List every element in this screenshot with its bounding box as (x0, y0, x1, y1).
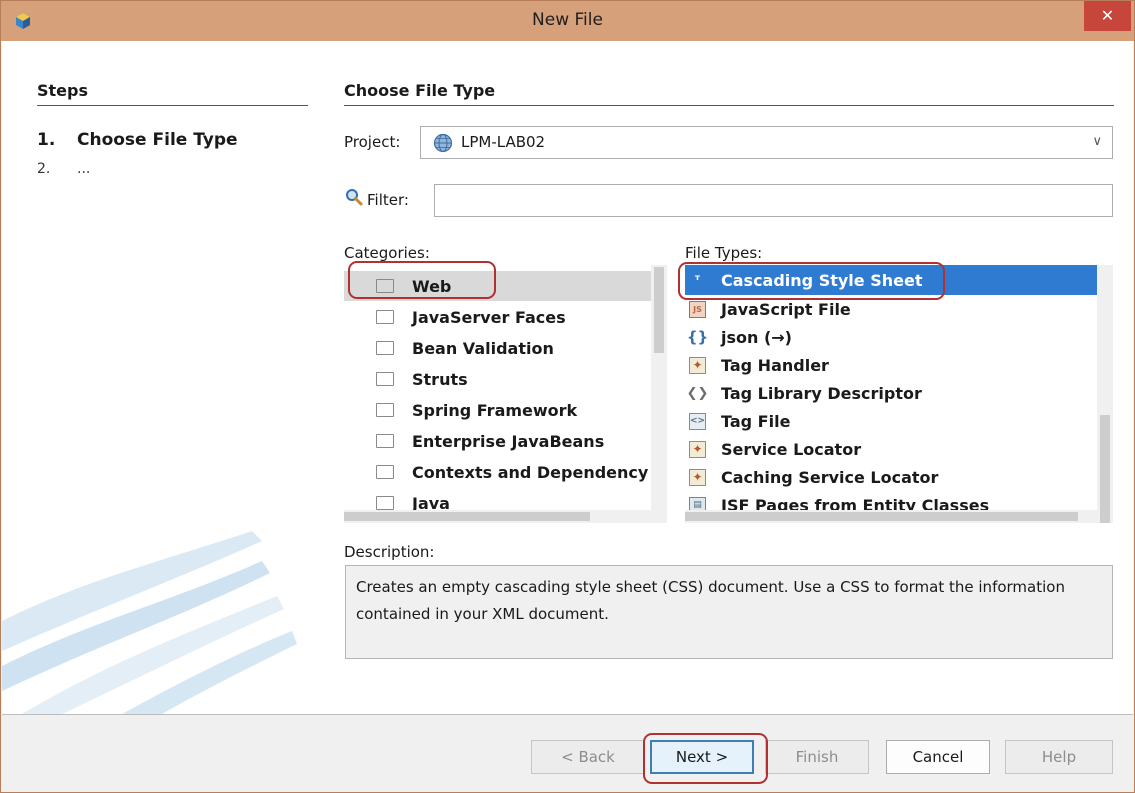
file-type-label: Tag File (721, 411, 791, 431)
heading-divider (344, 105, 1114, 106)
choose-file-type-heading: Choose File Type (344, 81, 496, 100)
project-dropdown[interactable]: LPM-LAB02 ∨ (420, 126, 1113, 159)
steps-heading: Steps (37, 81, 88, 100)
tag-handler-icon: ✦ (689, 356, 706, 374)
globe-icon (433, 133, 453, 153)
file-type-label: Caching Service Locator (721, 467, 939, 487)
json-icon: {} (686, 328, 709, 346)
file-type-label: Service Locator (721, 439, 862, 459)
scrollbar-thumb[interactable] (1100, 415, 1110, 523)
file-type-label: json (→) (721, 327, 792, 347)
project-value: LPM-LAB02 (461, 133, 546, 151)
chevron-down-icon[interactable]: ∨ (1092, 134, 1102, 149)
step-label: ... (77, 161, 91, 177)
category-label: Enterprise JavaBeans (412, 431, 605, 451)
step-item-1: 1. Choose File Type (37, 130, 238, 150)
tag-library-icon: ❮❯ (686, 385, 709, 401)
file-type-item[interactable]: ❮❯ Tag Library Descriptor (685, 378, 922, 408)
step-item-2: 2.... (37, 161, 90, 177)
annotation-highlight-next (643, 733, 768, 784)
title-bar[interactable]: New File ✕ (1, 1, 1134, 41)
file-types-label: File Types: (685, 244, 763, 262)
category-item[interactable]: Contexts and Dependency (344, 457, 648, 487)
category-label: Bean Validation (412, 338, 554, 358)
service-locator-icon: ✦ (689, 440, 706, 458)
dialog-title: New File (532, 10, 603, 30)
help-button[interactable]: Help (1005, 740, 1113, 774)
folder-icon (376, 310, 394, 324)
back-button[interactable]: < Back (531, 740, 645, 774)
category-label: Contexts and Dependency (412, 462, 649, 482)
scrollbar-thumb[interactable] (685, 512, 1078, 521)
file-types-list[interactable]: ᵀ Cascading Style Sheet JS JavaScript File… (685, 265, 1113, 523)
folder-icon (376, 403, 394, 417)
dialog-body: Steps 1. Choose File Type 2.... Choose Fi… (2, 41, 1133, 714)
folder-icon (376, 496, 394, 510)
file-type-item[interactable]: ✦ Caching Service Locator (685, 462, 938, 492)
category-label: Struts (412, 369, 468, 389)
file-type-label: JavaScript File (721, 299, 851, 319)
scrollbar-thumb[interactable] (344, 512, 590, 521)
step-number: 1. (37, 130, 56, 150)
category-item[interactable]: JavaServer Faces (344, 302, 566, 332)
categories-vertical-scrollbar[interactable] (651, 265, 667, 523)
annotation-highlight-web (348, 261, 496, 299)
category-label: Spring Framework (412, 400, 578, 420)
file-type-item[interactable]: ✦ Service Locator (685, 434, 861, 464)
categories-label: Categories: (344, 244, 430, 262)
project-label: Project: (344, 133, 401, 151)
file-types-vertical-scrollbar[interactable] (1097, 265, 1113, 523)
step-number: 2. (37, 161, 51, 177)
category-label: JavaServer Faces (412, 307, 566, 327)
categories-horizontal-scrollbar[interactable] (344, 510, 651, 523)
description-label: Description: (344, 543, 435, 561)
annotation-highlight-css (678, 262, 945, 300)
search-icon (346, 189, 363, 206)
folder-icon (376, 434, 394, 448)
close-button[interactable]: ✕ (1084, 1, 1131, 31)
caching-service-locator-icon: ✦ (689, 468, 706, 486)
folder-icon (376, 341, 394, 355)
category-item[interactable]: Spring Framework (344, 395, 577, 425)
category-item[interactable]: Struts (344, 364, 468, 394)
scrollbar-thumb[interactable] (654, 267, 664, 353)
steps-divider (37, 105, 308, 106)
button-bar: < Back Next > Finish Cancel Help (2, 714, 1133, 792)
finish-button[interactable]: Finish (765, 740, 869, 774)
new-file-dialog: New File ✕ Steps 1. Choose File Type 2...… (0, 0, 1135, 793)
filter-label: Filter: (367, 191, 409, 209)
javascript-file-icon: JS (689, 300, 706, 318)
description-text: Creates an empty cascading style sheet (… (345, 565, 1113, 659)
cancel-button[interactable]: Cancel (886, 740, 990, 774)
categories-list[interactable]: Web JavaServer Faces Bean Validation Str… (344, 265, 667, 523)
file-type-item[interactable]: <> Tag File (685, 406, 790, 436)
filter-input[interactable] (434, 184, 1113, 217)
file-type-item[interactable]: ✦ Tag Handler (685, 350, 829, 380)
folder-icon (376, 372, 394, 386)
file-type-label: Tag Library Descriptor (721, 383, 922, 403)
file-type-label: Tag Handler (721, 355, 829, 375)
file-types-horizontal-scrollbar[interactable] (685, 510, 1097, 523)
decorative-swoosh-graphic (2, 531, 297, 714)
file-type-item[interactable]: {} json (→) (685, 322, 792, 352)
step-label: Choose File Type (77, 130, 238, 150)
tag-file-icon: <> (689, 412, 706, 430)
category-item[interactable]: Bean Validation (344, 333, 554, 363)
folder-icon (376, 465, 394, 479)
category-item[interactable]: Enterprise JavaBeans (344, 426, 604, 456)
steps-pane: Steps 1. Choose File Type 2.... (2, 41, 321, 714)
